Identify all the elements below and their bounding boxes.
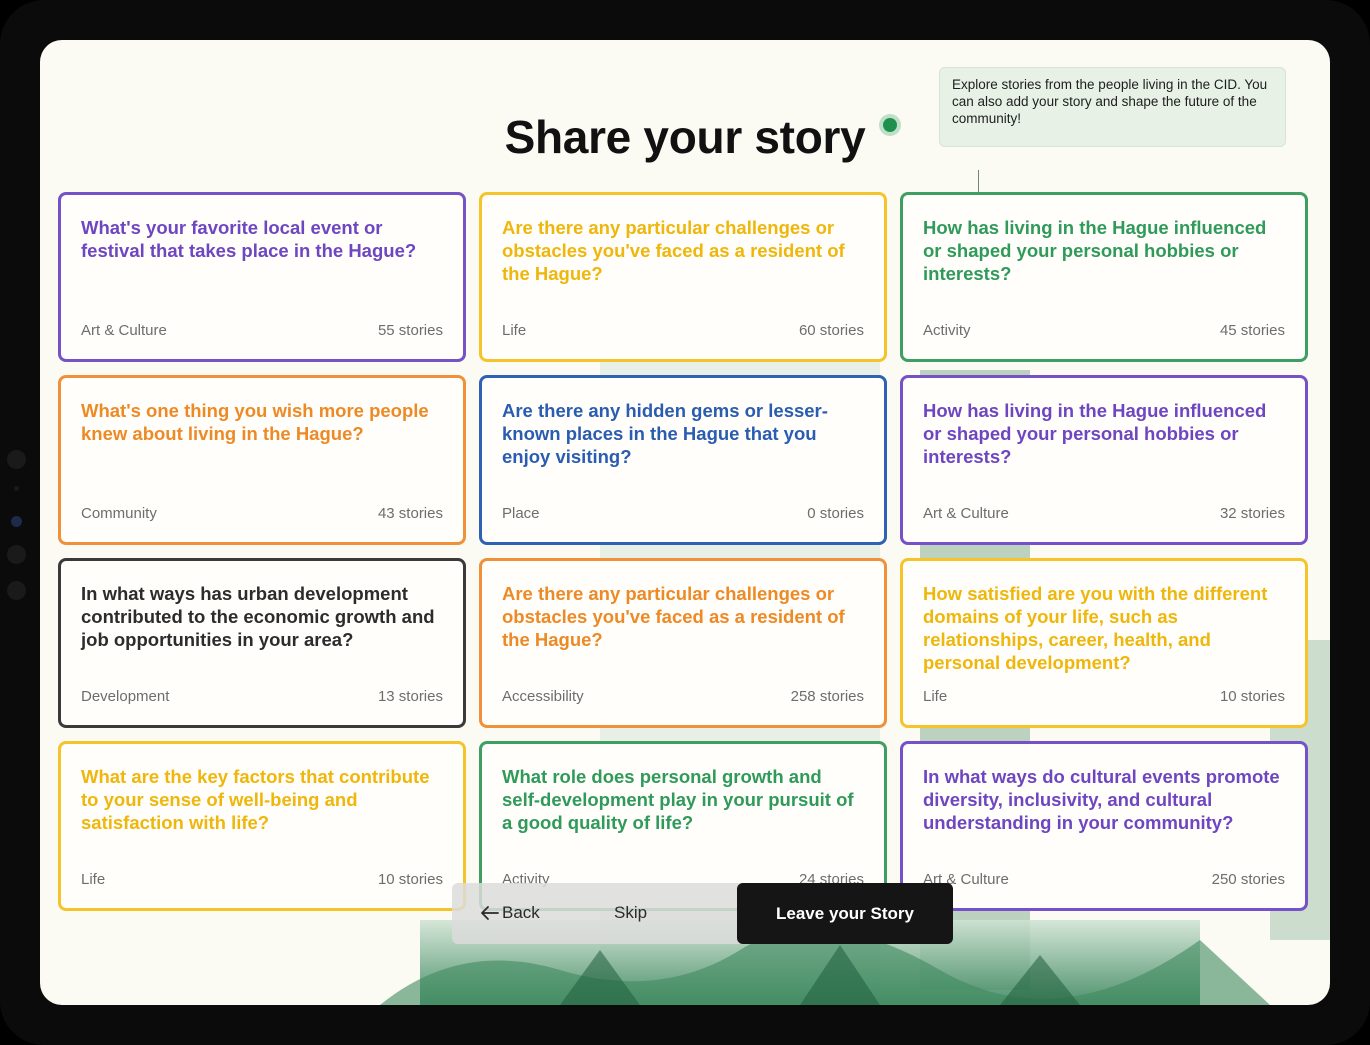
story-category: Place (502, 505, 540, 522)
story-category: Life (81, 871, 106, 888)
story-question: What's your favorite local event or fest… (81, 217, 417, 261)
story-question: Are there any hidden gems or lesser-know… (502, 400, 828, 467)
story-count: 13 stories (377, 688, 443, 705)
leave-label: Leave your Story (776, 903, 914, 923)
info-pin-dot[interactable] (883, 118, 897, 132)
story-question: How has living in the Hague influenced o… (923, 217, 1267, 284)
story-category: Art & Culture (923, 505, 1009, 522)
story-count: 258 stories (790, 688, 864, 705)
story-count: 55 stories (377, 322, 443, 339)
tablet-frame: Share your story Explore stories from th… (0, 0, 1370, 1045)
story-question: What's one thing you wish more people kn… (81, 400, 429, 444)
story-question: How satisfied are you with the different… (923, 583, 1268, 673)
sensor-dot (14, 486, 19, 491)
tooltip-connector (978, 170, 979, 192)
story-question: In what ways has urban development contr… (81, 583, 435, 650)
story-count: 32 stories (1219, 505, 1285, 522)
story-count: 10 stories (1219, 688, 1285, 705)
story-category: Accessibility (502, 688, 584, 705)
side-button-1 (7, 545, 26, 564)
story-question: In what ways do cultural events promote … (923, 766, 1280, 833)
arrow-left-icon (481, 906, 499, 920)
story-card[interactable]: What are the key factors that contribute… (58, 741, 466, 911)
story-count: 250 stories (1211, 871, 1285, 888)
camera-dot (7, 450, 26, 469)
story-card[interactable]: Are there any particular challenges or o… (479, 558, 887, 728)
story-count: 10 stories (377, 871, 443, 888)
story-question: Are there any particular challenges or o… (502, 583, 845, 650)
skip-label: Skip (614, 903, 648, 922)
story-category: Activity (923, 322, 971, 339)
story-card[interactable]: Are there any hidden gems or lesser-know… (479, 375, 887, 545)
story-category: Life (502, 322, 527, 339)
camera-lens (11, 516, 22, 527)
story-question: How has living in the Hague influenced o… (923, 400, 1267, 467)
story-count: 0 stories (807, 505, 864, 522)
story-card[interactable]: How satisfied are you with the different… (900, 558, 1308, 728)
story-category: Life (923, 688, 948, 705)
story-card[interactable]: What's your favorite local event or fest… (58, 192, 466, 362)
story-card[interactable]: Are there any particular challenges or o… (479, 192, 887, 362)
story-question: What are the key factors that contribute… (81, 766, 430, 833)
story-question: Are there any particular challenges or o… (502, 217, 845, 284)
back-button[interactable]: Back (480, 898, 540, 928)
story-count: 60 stories (798, 322, 864, 339)
app-screen: Share your story Explore stories from th… (40, 40, 1330, 1005)
skip-button[interactable]: Skip (614, 898, 647, 928)
story-category: Community (81, 505, 157, 522)
story-card[interactable]: In what ways do cultural events promote … (900, 741, 1308, 911)
story-category: Art & Culture (81, 322, 167, 339)
story-question: What role does personal growth and self-… (502, 766, 854, 833)
story-card[interactable]: How has living in the Hague influenced o… (900, 192, 1308, 362)
story-card[interactable]: How has living in the Hague influenced o… (900, 375, 1308, 545)
story-count: 45 stories (1219, 322, 1285, 339)
story-category: Development (81, 688, 170, 705)
info-tooltip: Explore stories from the people living i… (939, 67, 1286, 147)
story-card[interactable]: What's one thing you wish more people kn… (58, 375, 466, 545)
side-button-2 (7, 581, 26, 600)
leave-your-story-button[interactable]: Leave your Story (737, 883, 953, 944)
story-count: 43 stories (377, 505, 443, 522)
story-card[interactable]: In what ways has urban development contr… (58, 558, 466, 728)
back-label: Back (502, 903, 540, 922)
